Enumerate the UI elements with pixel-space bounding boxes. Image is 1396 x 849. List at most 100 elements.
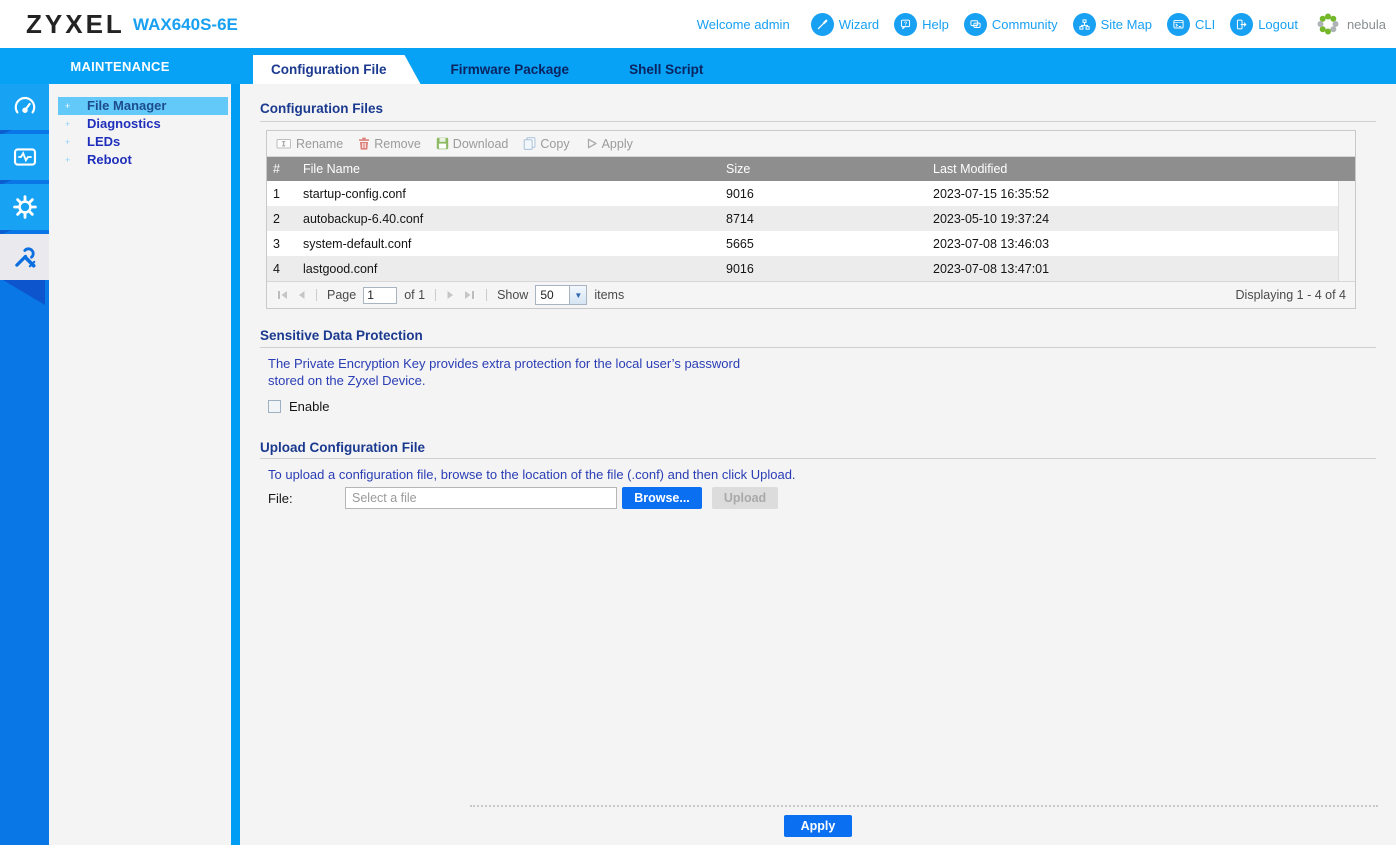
cell-file-name: lastgood.conf xyxy=(303,261,378,276)
welcome-text: Welcome admin xyxy=(696,16,790,32)
page-label: Page xyxy=(327,288,357,302)
help-link[interactable]: ? Help xyxy=(894,12,949,36)
rail-configuration-button[interactable] xyxy=(0,184,49,235)
sidebar-item-label: Diagnostics xyxy=(87,116,161,131)
community-icon xyxy=(963,12,987,36)
displaying-status: Displaying 1 - 4 of 4 xyxy=(1235,288,1346,302)
cli-label: CLI xyxy=(1194,16,1216,32)
rail-maintenance-button[interactable] xyxy=(0,234,49,305)
footer-divider xyxy=(470,805,1378,807)
section-rule xyxy=(260,347,1376,348)
first-page-button[interactable] xyxy=(276,289,289,301)
copy-icon xyxy=(524,137,536,150)
sensitive-description-line2: stored on the Zyxel Device. xyxy=(268,373,426,388)
table-row[interactable]: 2 autobackup-6.40.conf 8714 2023-05-10 1… xyxy=(267,206,1338,231)
tab-firmware-package[interactable]: Firmware Package xyxy=(421,55,600,84)
cell-size: 9016 xyxy=(726,261,754,276)
community-link[interactable]: Community xyxy=(963,12,1058,36)
sidebar-title: MAINTENANCE xyxy=(0,48,240,84)
sensitive-description-line1: The Private Encryption Key provides extr… xyxy=(268,356,741,371)
table-pager: Page of 1 Show 50 ▼ items Displaying 1 -… xyxy=(267,281,1355,308)
site-map-icon xyxy=(1072,12,1096,36)
configuration-files-table: Rename Remove Download Copy Apply # File… xyxy=(266,130,1356,309)
file-label: File: xyxy=(268,491,293,506)
site-map-link[interactable]: Site Map xyxy=(1072,12,1152,36)
rail-dashboard-button[interactable] xyxy=(0,84,49,135)
rename-button[interactable]: Rename xyxy=(276,137,343,151)
cell-size: 8714 xyxy=(726,211,754,226)
pager-separator xyxy=(486,289,488,301)
table-row[interactable]: 4 lastgood.conf 9016 2023-07-08 13:47:01 xyxy=(267,256,1338,281)
cell-last-modified: 2023-07-15 16:35:52 xyxy=(933,186,1050,201)
table-toolbar: Rename Remove Download Copy Apply xyxy=(267,131,1355,157)
file-path-input[interactable] xyxy=(345,487,617,509)
enable-checkbox[interactable] xyxy=(268,400,281,413)
zyxel-logo: ZYXEL xyxy=(26,9,125,39)
upload-button[interactable]: Upload xyxy=(712,487,778,509)
cell-file-name: autobackup-6.40.conf xyxy=(303,211,424,226)
apply-file-button[interactable]: Apply xyxy=(585,137,633,151)
col-size[interactable]: Size xyxy=(726,162,933,176)
wizard-icon xyxy=(810,12,834,36)
enable-row: Enable xyxy=(268,399,329,414)
help-icon: ? xyxy=(894,12,918,36)
last-page-button[interactable] xyxy=(463,289,476,301)
cell-last-modified: 2023-07-08 13:47:01 xyxy=(933,261,1050,276)
site-map-label: Site Map xyxy=(1100,16,1152,32)
cell-file-name: startup-config.conf xyxy=(303,186,406,201)
upload-description: To upload a configuration file, browse t… xyxy=(268,467,796,482)
copy-button[interactable]: Copy xyxy=(523,137,570,151)
table-header-row: # File Name Size Last Modified xyxy=(267,157,1355,181)
tab-shell-script[interactable]: Shell Script xyxy=(599,55,733,84)
community-label: Community xyxy=(991,16,1058,32)
cell-last-modified: 2023-05-10 19:37:24 xyxy=(933,211,1050,226)
download-button[interactable]: Download xyxy=(436,137,508,151)
rename-icon xyxy=(276,139,291,149)
table-row[interactable]: 1 startup-config.conf 9016 2023-07-15 16… xyxy=(267,181,1338,206)
cell-index: 2 xyxy=(273,211,280,226)
cell-size: 5665 xyxy=(726,236,754,251)
rail-monitor-button[interactable] xyxy=(0,134,49,185)
page-size-select[interactable]: 50 ▼ xyxy=(535,285,588,305)
col-file-name[interactable]: File Name xyxy=(303,162,726,176)
remove-button[interactable]: Remove xyxy=(358,137,421,151)
zyxel-admin-page: ZYXEL WAX640S-6E Welcome admin Wizard ? xyxy=(0,0,1396,849)
section-rule xyxy=(260,121,1376,122)
sidebar-item-label: LEDs xyxy=(87,134,121,149)
pager-separator xyxy=(435,289,437,301)
sidebar-item-leds[interactable]: LEDs xyxy=(58,133,228,151)
sidebar-item-label: File Manager xyxy=(87,98,167,113)
sidebar-item-file-manager[interactable]: File Manager xyxy=(58,97,228,115)
page-input[interactable] xyxy=(363,286,398,304)
apply-button[interactable]: Apply xyxy=(784,815,852,837)
logout-label: Logout xyxy=(1258,16,1298,32)
col-index[interactable]: # xyxy=(273,162,303,176)
wizard-label: Wizard xyxy=(838,16,880,32)
cli-link[interactable]: CLI xyxy=(1166,12,1216,36)
browse-button[interactable]: Browse... xyxy=(622,487,702,509)
upload-heading: Upload Configuration File xyxy=(260,440,425,455)
table-body: 1 startup-config.conf 9016 2023-07-15 16… xyxy=(267,181,1355,281)
cell-index: 3 xyxy=(273,236,280,251)
apply-play-icon xyxy=(587,138,597,149)
rename-label: Rename xyxy=(296,136,344,151)
sidebar-menu: File Manager Diagnostics LEDs Reboot xyxy=(49,84,231,845)
section-rule xyxy=(260,458,1376,459)
sidebar-item-reboot[interactable]: Reboot xyxy=(58,151,228,169)
table-row[interactable]: 3 system-default.conf 5665 2023-07-08 13… xyxy=(267,231,1338,256)
sidebar-item-diagnostics[interactable]: Diagnostics xyxy=(58,115,228,133)
wizard-link[interactable]: Wizard xyxy=(810,12,880,36)
remove-label: Remove xyxy=(374,136,421,151)
monitor-icon xyxy=(13,148,36,166)
nebula-label: nebula xyxy=(1346,16,1386,32)
configuration-files-heading: Configuration Files xyxy=(260,101,383,116)
tab-configuration-file[interactable]: Configuration File xyxy=(253,55,421,84)
logout-link[interactable]: Logout xyxy=(1230,12,1298,36)
sidebar-item-label: Reboot xyxy=(87,152,132,167)
download-floppy-icon xyxy=(436,137,448,150)
trash-icon xyxy=(359,137,370,150)
col-last-modified[interactable]: Last Modified xyxy=(933,162,1355,176)
prev-page-button[interactable] xyxy=(296,289,306,301)
next-page-button[interactable] xyxy=(446,289,456,301)
top-header: ZYXEL WAX640S-6E Welcome admin Wizard ? xyxy=(0,0,1396,48)
